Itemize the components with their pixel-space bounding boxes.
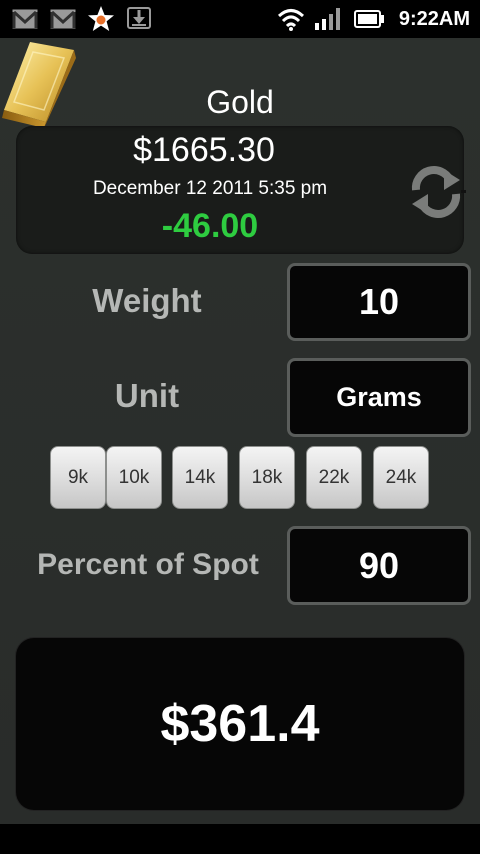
karat-18k-button[interactable]: 18k	[239, 446, 295, 509]
status-time: 9:22AM	[398, 8, 470, 30]
wifi-icon	[277, 9, 305, 31]
battery-icon	[354, 10, 384, 28]
karat-24k-button[interactable]: 24k	[373, 446, 429, 509]
signal-icon	[315, 8, 340, 30]
karat-buttons: 9k 10k 14k 18k 22k 24k	[50, 446, 436, 510]
karat-9k-button[interactable]: 9k	[50, 446, 106, 509]
refresh-arrows-icon[interactable]	[406, 160, 466, 222]
percent-label: Percent of Spot	[37, 548, 259, 581]
spot-price: $1665.30	[133, 131, 275, 169]
percent-input[interactable]: 90	[287, 526, 471, 605]
karat-10k-button[interactable]: 10k	[106, 446, 162, 509]
metal-title: Gold	[206, 84, 274, 120]
unit-select[interactable]: Grams	[287, 358, 471, 437]
download-icon	[127, 7, 151, 29]
gmail-icon	[50, 9, 76, 29]
gmail-icon	[12, 9, 38, 29]
bottom-bar	[0, 824, 480, 854]
star-notification-icon	[88, 6, 114, 31]
karat-14k-button[interactable]: 14k	[172, 446, 228, 509]
price-timestamp: December 12 2011 5:35 pm	[92, 178, 328, 199]
unit-label: Unit	[114, 377, 180, 414]
result-value: $361.4	[16, 638, 464, 810]
price-change: -46.00	[161, 207, 259, 245]
karat-22k-button[interactable]: 22k	[306, 446, 362, 509]
status-bar: 9:22AM	[0, 0, 480, 38]
weight-label: Weight	[92, 282, 202, 319]
weight-input[interactable]: 10	[287, 263, 471, 341]
